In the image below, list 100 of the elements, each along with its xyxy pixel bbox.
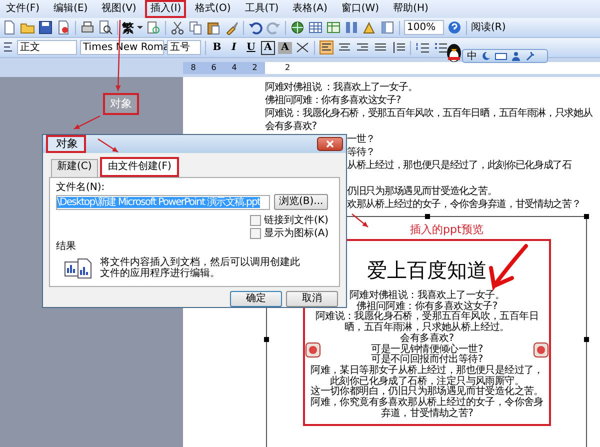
slide-text: 弃道，甘受情劫之苦? <box>380 408 474 420</box>
script-convert-button[interactable]: 繁 <box>122 18 134 36</box>
close-icon <box>326 140 334 148</box>
undo-icon[interactable] <box>248 20 263 35</box>
slide-text: 这一切你都明白，仍旧只为那场遇见而甘受造化之苦。 <box>310 387 544 398</box>
globe-icon[interactable] <box>290 20 305 35</box>
format-button[interactable]: A <box>278 42 292 54</box>
resize-handle[interactable] <box>584 214 589 219</box>
document-chart-icon <box>64 257 92 279</box>
tab[interactable]: 由文件创建(F) <box>100 157 180 177</box>
print-icon[interactable] <box>80 20 95 35</box>
moon-icon[interactable] <box>481 51 491 61</box>
align-left-icon[interactable] <box>319 40 334 55</box>
checkbox-label: 链接到文件(K) <box>264 214 328 227</box>
slide-text: 佛祖问阿难：你有多喜欢这女子? <box>356 302 498 312</box>
dialog-button[interactable]: 取消 <box>286 291 338 307</box>
permission-icon[interactable] <box>56 20 71 35</box>
format-button[interactable]: B <box>210 42 224 54</box>
style-dropdown[interactable]: 正文 <box>17 40 77 55</box>
save-icon[interactable] <box>38 20 53 35</box>
close-button[interactable] <box>317 137 343 151</box>
resize-handle[interactable] <box>425 214 430 219</box>
annotation-check-mark <box>489 244 528 288</box>
cut-icon[interactable] <box>170 20 185 35</box>
browse-button[interactable]: 浏览(B)... <box>274 194 328 210</box>
annotation-arrow <box>352 214 368 228</box>
character-scale-icon[interactable] <box>295 40 310 55</box>
format-button[interactable]: U <box>244 42 258 54</box>
document-map-icon[interactable] <box>380 20 395 35</box>
stamp-icon <box>533 340 549 359</box>
document-text: 阿难说：我愿化身石桥，受那五百年风吹，五百年日晒，五百年雨淋，只求她从 <box>265 107 592 120</box>
annotation-arrow <box>74 115 100 130</box>
document-text: 从桥上经过，那也便只是经过了，此刻你已化身成了石 <box>347 159 572 172</box>
menu-item[interactable]: 编辑(E) <box>48 0 93 18</box>
menu-item[interactable]: 视图(V) <box>96 0 142 18</box>
slide-title: 爱上百度知道 <box>367 257 487 283</box>
checkbox-label: 显示为图标(A) <box>264 227 329 240</box>
ruler-number: 8 <box>190 62 196 74</box>
person-icon[interactable] <box>511 51 521 61</box>
slide-text: 阿难，某日等那女子从桥上经过，那也便只是经过了， <box>310 366 544 376</box>
document-text: 阿难对佛祖说 ：我喜欢上了一女子。 <box>265 81 418 94</box>
zoom-dropdown[interactable]: 100% <box>404 20 444 35</box>
new-document-icon[interactable] <box>2 20 17 35</box>
field-label: 文件名(N): <box>56 181 106 194</box>
print-preview-icon[interactable] <box>98 20 113 35</box>
group-label: 结果 <box>56 240 77 253</box>
document-text: 欢那从桥上经过的女子，令你舍身弃道，甘受情劫之苦？ <box>347 198 581 211</box>
help-icon[interactable] <box>447 20 462 35</box>
ruler-number: 2 <box>285 62 290 72</box>
slide-text: 可是一见钟情便倾心一世? <box>371 344 483 355</box>
stamp-icon <box>305 340 321 359</box>
copy-icon[interactable] <box>188 20 203 35</box>
bullet-list-icon[interactable] <box>433 40 448 55</box>
tab[interactable]: 新建(C) <box>51 159 98 177</box>
line-spacing-icon[interactable] <box>391 40 406 55</box>
annotation-text: 插入的ppt预览 <box>410 223 484 237</box>
slide-text: 此刻你已化身成了石桥，注定只与风雨厮守。 <box>330 376 524 387</box>
resize-handle[interactable] <box>264 337 269 342</box>
annotation-arrow <box>98 138 118 152</box>
menu-item[interactable]: 帮助(H) <box>388 0 434 18</box>
result-description: 将文件内容插入到文档，然后可以调用创建此文件的应用程序进行编辑。 <box>100 257 301 279</box>
language-bar[interactable]: 中 <box>462 49 548 63</box>
menu-item[interactable]: 格式(O) <box>190 0 236 18</box>
resize-handle[interactable] <box>584 337 589 342</box>
document-text: 等待？ <box>347 146 376 159</box>
research-icon[interactable] <box>146 20 161 35</box>
numbered-list-icon[interactable] <box>415 40 430 55</box>
slide-text: 阿难，你究竟有多喜欢那从桥上经过的女子，令你舍身 <box>310 398 544 408</box>
menu-item[interactable]: 插入(I) <box>145 0 186 18</box>
document-text: 佛祖问阿难：你有多喜欢这女子? <box>265 94 401 107</box>
checkbox[interactable] <box>250 215 261 226</box>
annotation-label: 对象 <box>103 93 139 115</box>
table-icon[interactable] <box>308 20 323 35</box>
menu-item[interactable]: 窗口(W) <box>336 0 384 18</box>
ruler-number: 4 <box>232 62 237 74</box>
format-button[interactable]: I <box>227 42 241 54</box>
document-text: 仍旧只为那场遇见而甘受造化之苦。 <box>347 184 497 198</box>
font-size-dropdown[interactable]: 五号 <box>167 40 201 55</box>
drawing-icon[interactable] <box>362 20 377 35</box>
slide-text: 阿难对佛祖说：我喜欢上了一女子。 <box>349 291 505 301</box>
menu-item[interactable]: 表格(A) <box>288 0 332 18</box>
dialog-button[interactable]: 确定 <box>230 291 282 307</box>
columns-icon[interactable] <box>344 20 359 35</box>
format-button[interactable]: A <box>261 40 275 54</box>
read-button[interactable]: 阅读(R) <box>471 20 506 35</box>
document-text: 一世？ <box>347 133 376 146</box>
input-mode-label[interactable]: 中 <box>467 48 477 64</box>
slide-text: 阿难说：我愿化身石桥，受那五百年风吹，五百年日 <box>315 312 539 322</box>
brush-icon[interactable] <box>224 20 239 35</box>
slide-text: 晒，五百年雨淋，只求她从桥上经过。 <box>344 323 510 334</box>
document-text: 会有多喜欢? <box>265 120 316 133</box>
spreadsheet-icon[interactable] <box>326 20 341 35</box>
menu-item[interactable]: 工具(T) <box>240 0 284 18</box>
keyboard-icon[interactable] <box>495 51 507 61</box>
paste-icon[interactable] <box>206 20 221 35</box>
menu-item[interactable]: 文件(F) <box>1 0 45 18</box>
checkbox[interactable] <box>250 228 261 239</box>
slide-text: 可是不问回报而付出等待? <box>371 355 483 366</box>
wrench-icon[interactable] <box>525 51 535 61</box>
ruler-number: 6 <box>211 62 216 74</box>
